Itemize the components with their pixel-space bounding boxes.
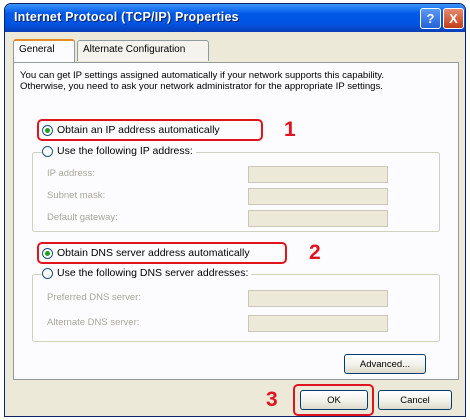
use-following-dns-radio[interactable]: Use the following DNS server addresses: — [42, 267, 252, 279]
use-following-ip-label: Use the following IP address: — [57, 145, 193, 157]
cancel-button[interactable]: Cancel — [378, 390, 452, 410]
step-3-marker: 3 — [266, 388, 278, 411]
default-gateway-label: Default gateway: — [47, 212, 118, 223]
ip-address-field[interactable] — [248, 166, 388, 183]
highlight-step3 — [293, 384, 374, 416]
highlight-step1 — [37, 119, 263, 141]
title-bar[interactable]: Internet Protocol (TCP/IP) Properties ? … — [5, 4, 465, 32]
radio-unselected-icon — [42, 267, 53, 279]
step-2-marker: 2 — [309, 241, 321, 264]
close-icon: X — [449, 11, 458, 26]
alternate-dns-label: Alternate DNS server: — [47, 317, 140, 328]
window-title: Internet Protocol (TCP/IP) Properties — [14, 10, 239, 24]
use-following-dns-label: Use the following DNS server addresses: — [57, 267, 249, 279]
preferred-dns-label: Preferred DNS server: — [47, 292, 141, 303]
tab-alternate-configuration[interactable]: Alternate Configuration — [77, 40, 209, 61]
intro-text: You can get IP settings assigned automat… — [20, 70, 385, 92]
preferred-dns-field[interactable] — [248, 290, 388, 307]
subnet-mask-label: Subnet mask: — [47, 190, 106, 201]
highlight-step2 — [37, 242, 287, 264]
step-1-marker: 1 — [284, 118, 296, 141]
default-gateway-field[interactable] — [248, 210, 388, 227]
ip-address-label: IP address: — [47, 168, 95, 179]
tab-general[interactable]: General — [13, 39, 75, 62]
help-button[interactable]: ? — [420, 8, 441, 29]
subnet-mask-field[interactable] — [248, 188, 388, 205]
advanced-button[interactable]: Advanced... — [344, 354, 426, 374]
use-following-ip-radio[interactable]: Use the following IP address: — [42, 145, 196, 157]
alternate-dns-field[interactable] — [248, 315, 388, 332]
help-icon: ? — [426, 11, 435, 26]
radio-unselected-icon — [42, 145, 53, 157]
close-button[interactable]: X — [443, 8, 464, 29]
